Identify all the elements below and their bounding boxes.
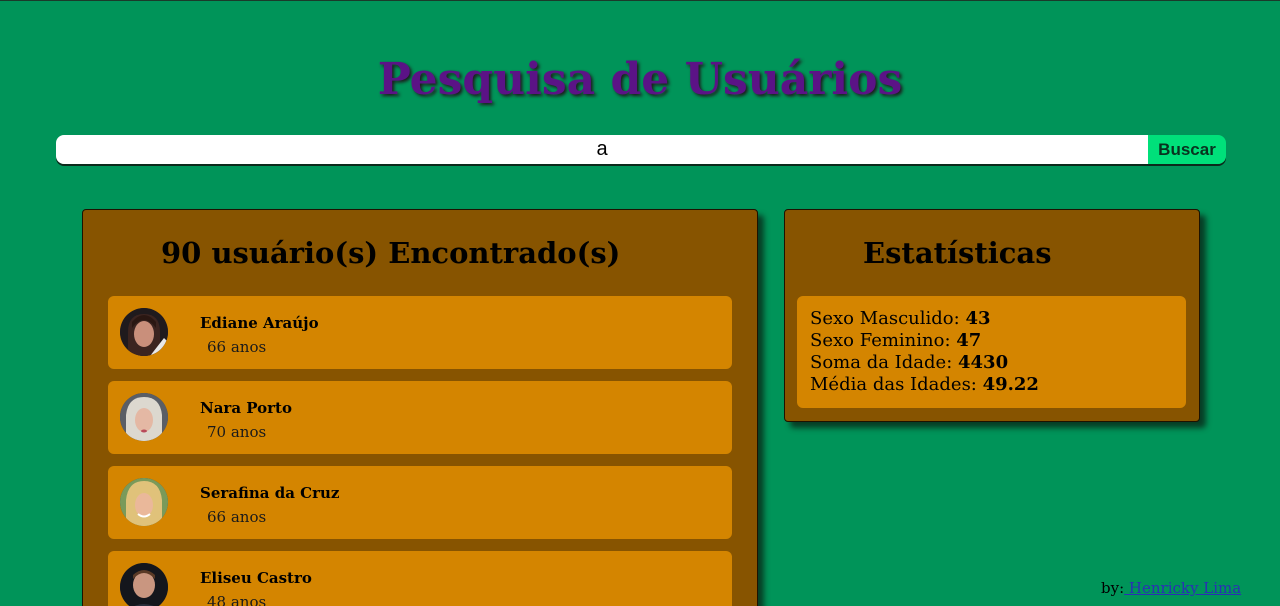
stats-panel: Estatísticas Sexo Masculido: 43 Sexo Fem… (784, 209, 1200, 422)
user-card: Eliseu Castro 48 anos (108, 551, 732, 606)
stat-male-value: 43 (965, 308, 991, 329)
stat-male-label: Sexo Masculido: (810, 308, 966, 329)
stat-age-sum-label: Soma da Idade: (810, 352, 958, 373)
users-count-heading: 90 usuário(s) Encontrado(s) (161, 236, 621, 270)
author-credit: by: Henricky Lima (1101, 579, 1241, 597)
stat-age-sum: Soma da Idade: 4430 (810, 352, 1173, 374)
user-card: Serafina da Cruz 66 anos (108, 466, 732, 539)
stats-box: Sexo Masculido: 43 Sexo Feminino: 47 Som… (797, 296, 1186, 408)
stat-age-avg-label: Média das Idades: (810, 374, 983, 395)
credit-by-label: by: (1101, 579, 1125, 597)
user-name: Serafina da Cruz (200, 484, 340, 502)
user-avatar (120, 478, 168, 526)
user-avatar (120, 563, 168, 606)
user-avatar (120, 393, 168, 441)
user-name: Eliseu Castro (200, 569, 312, 587)
user-age: 70 anos (207, 423, 267, 441)
user-age: 66 anos (207, 508, 267, 526)
user-card: Nara Porto 70 anos (108, 381, 732, 454)
stat-female: Sexo Feminino: 47 (810, 330, 1173, 352)
search-input[interactable] (56, 135, 1148, 164)
stat-female-value: 47 (956, 330, 982, 351)
user-avatar (120, 308, 168, 356)
author-link[interactable]: Henricky Lima (1124, 579, 1241, 597)
stat-male: Sexo Masculido: 43 (810, 308, 1173, 330)
stat-age-avg-value: 49.22 (982, 374, 1039, 395)
search-button[interactable]: Buscar (1148, 135, 1226, 164)
stats-heading: Estatísticas (863, 236, 1052, 270)
user-age: 66 anos (207, 338, 267, 356)
user-card: Ediane Araújo 66 anos (108, 296, 732, 369)
search-bar: Buscar (56, 135, 1226, 164)
user-name: Nara Porto (200, 399, 292, 417)
stat-age-sum-value: 4430 (958, 352, 1009, 373)
page-title: Pesquisa de Usuários (377, 54, 903, 105)
stat-age-avg: Média das Idades: 49.22 (810, 374, 1173, 396)
user-name: Ediane Araújo (200, 314, 319, 332)
user-age: 48 anos (207, 593, 267, 606)
users-panel: 90 usuário(s) Encontrado(s) Ediane Araúj… (82, 209, 758, 606)
stat-female-label: Sexo Feminino: (810, 330, 957, 351)
